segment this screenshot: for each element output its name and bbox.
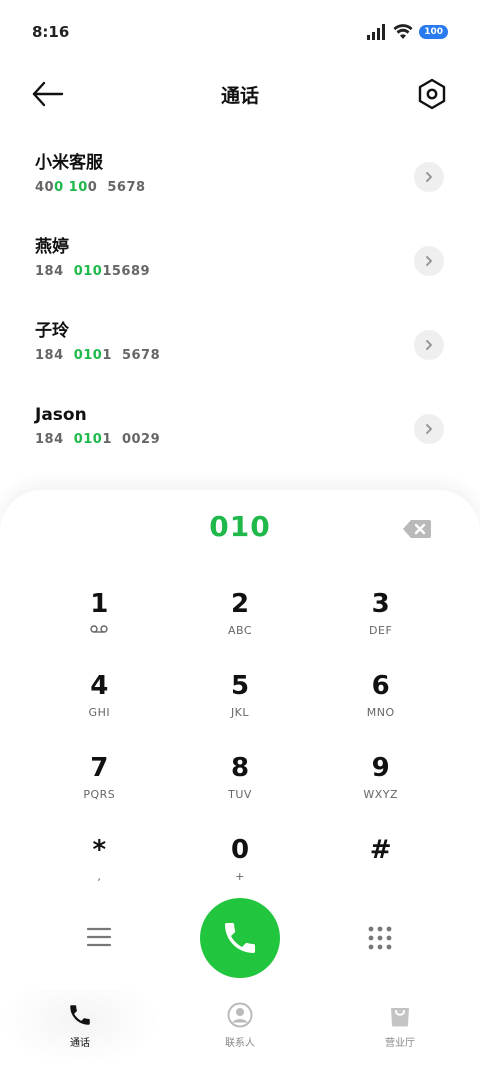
nav-item-store[interactable]: 营业厅 — [320, 990, 480, 1067]
number-match-highlight: 010 — [73, 348, 103, 363]
backspace-icon[interactable] — [402, 518, 432, 540]
nav-label: 通话 — [70, 1038, 90, 1049]
key-digit: 3 — [371, 589, 390, 619]
number-segment: 15689 — [102, 264, 151, 279]
back-arrow-icon[interactable] — [30, 78, 66, 110]
key-letters: PQRS — [83, 788, 116, 801]
contact-name: 小米客服 — [35, 153, 103, 173]
contact-match-item[interactable]: 燕婷 184 01015689 — [0, 218, 480, 302]
status-time: 8:16 — [32, 23, 70, 41]
key-digit: 8 — [230, 753, 250, 783]
phone-call-icon — [225, 923, 255, 953]
details-chevron-icon[interactable] — [414, 414, 444, 444]
keypad: 1 2 ABC 3 DEF 4 GHI 5 JKL 6 MNO 7 PQRS 8 TUV 9 WXYZ *, 0 + # — [29, 582, 451, 910]
status-bar: 8:16 100 — [0, 0, 480, 64]
key-digit: 2 — [230, 589, 250, 619]
number-segment: 1 5678 — [102, 348, 161, 363]
number-segment: 184 — [35, 348, 74, 363]
key-4[interactable]: 4 GHI — [29, 664, 170, 746]
key-letters: ABC — [227, 624, 253, 637]
contact-match-item[interactable]: 子玲 184 0101 5678 — [0, 302, 480, 386]
key-letters: WXYZ — [363, 788, 398, 801]
key-letters: , — [97, 870, 102, 883]
key-letters: TUV — [228, 788, 252, 801]
page-title: 通话 — [220, 84, 259, 107]
settings-hexagon-icon[interactable] — [414, 76, 450, 112]
key-5[interactable]: 5 JKL — [170, 664, 311, 746]
bottom-nav: 通话 联系人 营业厅 — [0, 990, 480, 1067]
key-digit: 5 — [230, 671, 250, 701]
battery-indicator: 100 — [419, 25, 448, 39]
number-segment: 40 — [35, 180, 55, 195]
number-match-highlight: 0 — [54, 180, 64, 195]
nav-label: 联系人 — [225, 1038, 255, 1049]
contact-icon — [227, 1002, 253, 1028]
signal-icon — [367, 24, 386, 40]
key-1[interactable]: 1 — [29, 582, 170, 664]
contact-number: 184 0101 0029 — [35, 432, 445, 447]
key-7[interactable]: 7 PQRS — [29, 746, 170, 828]
store-bag-icon — [391, 1008, 409, 1027]
details-chevron-icon[interactable] — [414, 330, 444, 360]
nav-label: 营业厅 — [385, 1038, 415, 1049]
number-match-highlight: 010 — [73, 264, 103, 279]
key-3[interactable]: 3 DEF — [310, 582, 451, 664]
menu-icon[interactable] — [86, 926, 112, 948]
number-segment: 184 — [35, 432, 74, 447]
key-digit: * — [92, 835, 107, 865]
nav-item-calls[interactable]: 通话 — [0, 990, 160, 1067]
key-digit: 0 — [230, 835, 250, 865]
contact-match-list: 小米客服 400 100 5678 燕婷 184 01015689 子玲 184… — [0, 134, 480, 470]
key-letters: MNO — [366, 706, 395, 719]
key-digit: 4 — [90, 671, 109, 701]
contact-number: 400 100 5678 — [35, 180, 445, 195]
key-digit: 6 — [371, 671, 390, 701]
contact-name: Jason — [35, 405, 87, 425]
key-letters: GHI — [88, 706, 111, 719]
contact-name: 燕婷 — [35, 237, 69, 257]
call-button[interactable] — [200, 898, 280, 978]
key-6[interactable]: 6 MNO — [310, 664, 451, 746]
dialer-action-row — [0, 898, 480, 980]
contact-match-item[interactable]: 小米客服 400 100 5678 — [0, 134, 480, 218]
key-digit: 1 — [90, 589, 109, 619]
number-segment: 0 5678 — [87, 180, 146, 195]
number-match-highlight: 10 — [68, 180, 88, 195]
key-letters: + — [235, 870, 245, 883]
header: 通话 — [0, 64, 480, 124]
number-segment: 184 — [35, 264, 74, 279]
voicemail-icon — [90, 624, 109, 638]
key-digit: 9 — [371, 753, 390, 783]
number-segment: 1 0029 — [102, 432, 161, 447]
details-chevron-icon[interactable] — [414, 162, 444, 192]
dial-pad-panel: 010 1 2 ABC 3 DEF 4 GHI 5 JKL 6 MNO 7 PQRS 8 TUV 9 WXYZ *… — [0, 490, 480, 990]
key-9[interactable]: 9 WXYZ — [310, 746, 451, 828]
phone-icon — [70, 1005, 90, 1025]
contact-number: 184 01015689 — [35, 264, 445, 279]
key-digit: 7 — [90, 753, 109, 783]
key-8[interactable]: 8 TUV — [170, 746, 311, 828]
number-match-highlight: 010 — [73, 432, 103, 447]
details-chevron-icon[interactable] — [414, 246, 444, 276]
keypad-toggle-icon[interactable] — [367, 925, 393, 951]
contact-number: 184 0101 5678 — [35, 348, 445, 363]
wifi-icon — [393, 24, 413, 39]
key-digit: # — [369, 835, 392, 865]
contact-match-item[interactable]: Jason 184 0101 0029 — [0, 386, 480, 470]
key-letters: DEF — [369, 624, 393, 637]
contact-name: 子玲 — [35, 321, 69, 341]
nav-item-contacts[interactable]: 联系人 — [160, 990, 320, 1067]
key-letters: JKL — [230, 706, 250, 719]
key-2[interactable]: 2 ABC — [170, 582, 311, 664]
status-icons: 100 — [367, 24, 448, 40]
